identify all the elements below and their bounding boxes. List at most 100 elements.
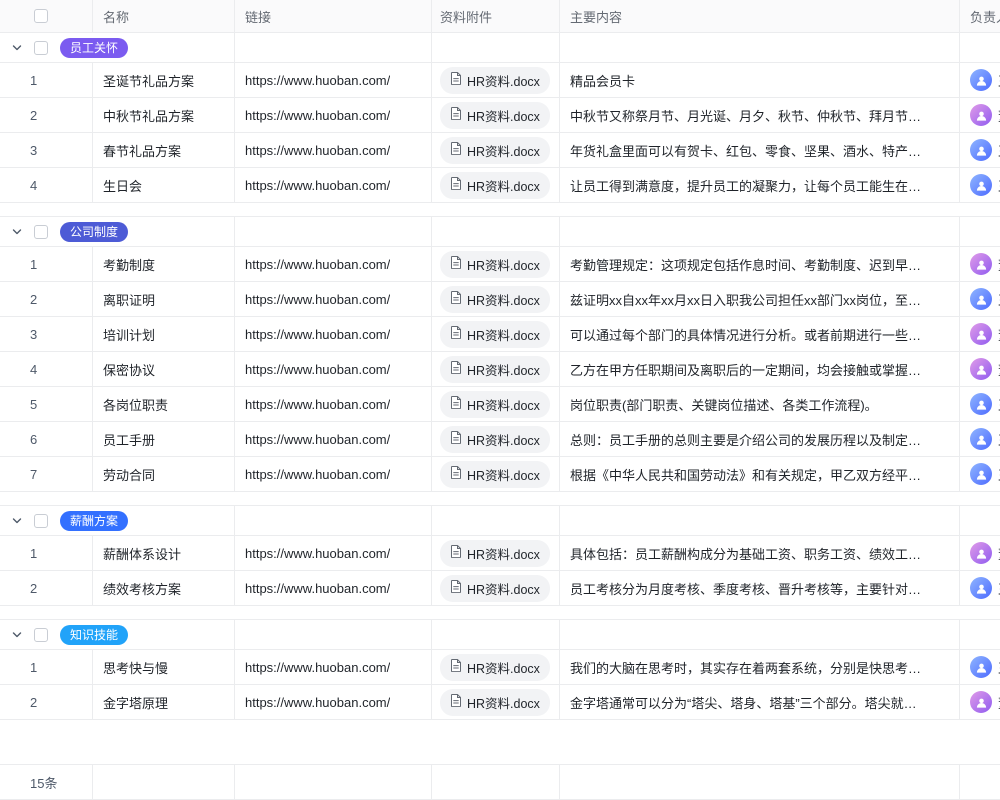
group-empty-cell [960, 33, 1000, 62]
record-link[interactable]: https://www.huoban.com/ [245, 257, 390, 272]
record-link[interactable]: https://www.huoban.com/ [245, 108, 390, 123]
chevron-down-icon[interactable] [12, 630, 22, 640]
doc-icon [450, 107, 462, 123]
table-row[interactable]: 1思考快与慢https://www.huoban.com/HR资料.docx我们… [0, 650, 1000, 685]
owner-cell: 董 [960, 247, 1000, 281]
group-checkbox[interactable] [34, 225, 48, 239]
chevron-down-icon[interactable] [12, 43, 22, 53]
record-link[interactable]: https://www.huoban.com/ [245, 327, 390, 342]
group-badge: 知识技能 [60, 625, 128, 645]
row-number: 2 [30, 695, 37, 710]
table-row[interactable]: 1薪酬体系设计https://www.huoban.com/HR资料.docx具… [0, 536, 1000, 571]
row-number: 3 [30, 143, 37, 158]
table-row[interactable]: 6员工手册https://www.huoban.com/HR资料.docx总则：… [0, 422, 1000, 457]
owner-cell: 董 [960, 685, 1000, 719]
doc-icon [450, 72, 462, 88]
name-cell: 薪酬体系设计 [93, 536, 235, 570]
table-row[interactable]: 1考勤制度https://www.huoban.com/HR资料.docx考勤管… [0, 247, 1000, 282]
row-number: 1 [30, 546, 37, 561]
table-row[interactable]: 3培训计划https://www.huoban.com/HR资料.docx可以通… [0, 317, 1000, 352]
attachment-chip[interactable]: HR资料.docx [440, 321, 550, 348]
content-cell: 员工考核分为月度考核、季度考核、晋升考核等，主要针对… [560, 571, 960, 605]
header-cell-attachment[interactable]: 资料附件 [432, 0, 560, 32]
table-row[interactable]: 5各岗位职责https://www.huoban.com/HR资料.docx岗位… [0, 387, 1000, 422]
owner-cell: 王 [960, 650, 1000, 684]
group-empty-cell [235, 620, 432, 649]
row-select-cell: 4 [0, 168, 93, 202]
table-row[interactable]: 7劳动合同https://www.huoban.com/HR资料.docx根据《… [0, 457, 1000, 492]
link-cell: https://www.huoban.com/ [235, 168, 432, 202]
attachment-name: HR资料.docx [467, 71, 540, 90]
record-link[interactable]: https://www.huoban.com/ [245, 362, 390, 377]
record-link[interactable]: https://www.huoban.com/ [245, 695, 390, 710]
link-cell: https://www.huoban.com/ [235, 650, 432, 684]
record-link[interactable]: https://www.huoban.com/ [245, 467, 390, 482]
attachment-chip[interactable]: HR资料.docx [440, 251, 550, 278]
attachment-chip[interactable]: HR资料.docx [440, 172, 550, 199]
attachment-name: HR资料.docx [467, 658, 540, 677]
header-cell-select [0, 0, 93, 32]
attachment-chip[interactable]: HR资料.docx [440, 102, 550, 129]
attachment-chip[interactable]: HR资料.docx [440, 654, 550, 681]
table-row[interactable]: 2离职证明https://www.huoban.com/HR资料.docx兹证明… [0, 282, 1000, 317]
header-cell-owner[interactable]: 负责人 [960, 0, 1000, 32]
row-select-cell: 1 [0, 650, 93, 684]
avatar [970, 577, 992, 599]
attachment-chip[interactable]: HR资料.docx [440, 540, 550, 567]
chevron-down-icon[interactable] [12, 227, 22, 237]
record-name: 劳动合同 [103, 465, 155, 484]
record-link[interactable]: https://www.huoban.com/ [245, 73, 390, 88]
record-link[interactable]: https://www.huoban.com/ [245, 581, 390, 596]
table-row[interactable]: 4保密协议https://www.huoban.com/HR资料.docx乙方在… [0, 352, 1000, 387]
attachment-cell: HR资料.docx [432, 282, 560, 316]
owner-cell: 王 [960, 282, 1000, 316]
record-content: 乙方在甲方任职期间及离职后的一定期间，均会接触或掌握… [570, 360, 921, 379]
header-cell-name[interactable]: 名称 [93, 0, 235, 32]
group-empty-cell [235, 33, 432, 62]
record-name: 金字塔原理 [103, 693, 168, 712]
table-row[interactable]: 3春节礼品方案https://www.huoban.com/HR资料.docx年… [0, 133, 1000, 168]
group-checkbox[interactable] [34, 514, 48, 528]
attachment-name: HR资料.docx [467, 290, 540, 309]
attachment-chip[interactable]: HR资料.docx [440, 391, 550, 418]
table-row[interactable]: 4生日会https://www.huoban.com/HR资料.docx让员工得… [0, 168, 1000, 203]
column-label: 负责人 [970, 7, 1000, 26]
row-number: 4 [30, 178, 37, 193]
attachment-chip[interactable]: HR资料.docx [440, 575, 550, 602]
record-link[interactable]: https://www.huoban.com/ [245, 143, 390, 158]
group-badge: 员工关怀 [60, 38, 128, 58]
group-checkbox[interactable] [34, 41, 48, 55]
group-checkbox[interactable] [34, 628, 48, 642]
table-row[interactable]: 2绩效考核方案https://www.huoban.com/HR资料.docx员… [0, 571, 1000, 606]
attachment-chip[interactable]: HR资料.docx [440, 426, 550, 453]
record-link[interactable]: https://www.huoban.com/ [245, 292, 390, 307]
record-link[interactable]: https://www.huoban.com/ [245, 178, 390, 193]
select-all-checkbox[interactable] [34, 9, 48, 23]
attachment-chip[interactable]: HR资料.docx [440, 286, 550, 313]
attachment-chip[interactable]: HR资料.docx [440, 137, 550, 164]
record-link[interactable]: https://www.huoban.com/ [245, 546, 390, 561]
attachment-chip[interactable]: HR资料.docx [440, 689, 550, 716]
avatar [970, 174, 992, 196]
header-cell-content[interactable]: 主要内容 [560, 0, 960, 32]
table-footer: 15条 [0, 764, 1000, 800]
attachment-chip[interactable]: HR资料.docx [440, 67, 550, 94]
group-empty-cell [560, 506, 960, 535]
attachment-chip[interactable]: HR资料.docx [440, 356, 550, 383]
table-body: 员工关怀 1圣诞节礼品方案https://www.huoban.com/HR资料.… [0, 33, 1000, 720]
chevron-down-icon[interactable] [12, 516, 22, 526]
record-link[interactable]: https://www.huoban.com/ [245, 432, 390, 447]
name-cell: 劳动合同 [93, 457, 235, 491]
record-link[interactable]: https://www.huoban.com/ [245, 397, 390, 412]
group-row: 公司制度 [0, 217, 1000, 247]
link-cell: https://www.huoban.com/ [235, 317, 432, 351]
header-cell-link[interactable]: 链接 [235, 0, 432, 32]
attachment-chip[interactable]: HR资料.docx [440, 461, 550, 488]
column-label: 名称 [103, 7, 129, 26]
group-empty-cell [560, 217, 960, 246]
table-row[interactable]: 2中秋节礼品方案https://www.huoban.com/HR资料.docx… [0, 98, 1000, 133]
table-row[interactable]: 1圣诞节礼品方案https://www.huoban.com/HR资料.docx… [0, 63, 1000, 98]
record-link[interactable]: https://www.huoban.com/ [245, 660, 390, 675]
attachment-cell: HR资料.docx [432, 63, 560, 97]
table-row[interactable]: 2金字塔原理https://www.huoban.com/HR资料.docx金字… [0, 685, 1000, 720]
